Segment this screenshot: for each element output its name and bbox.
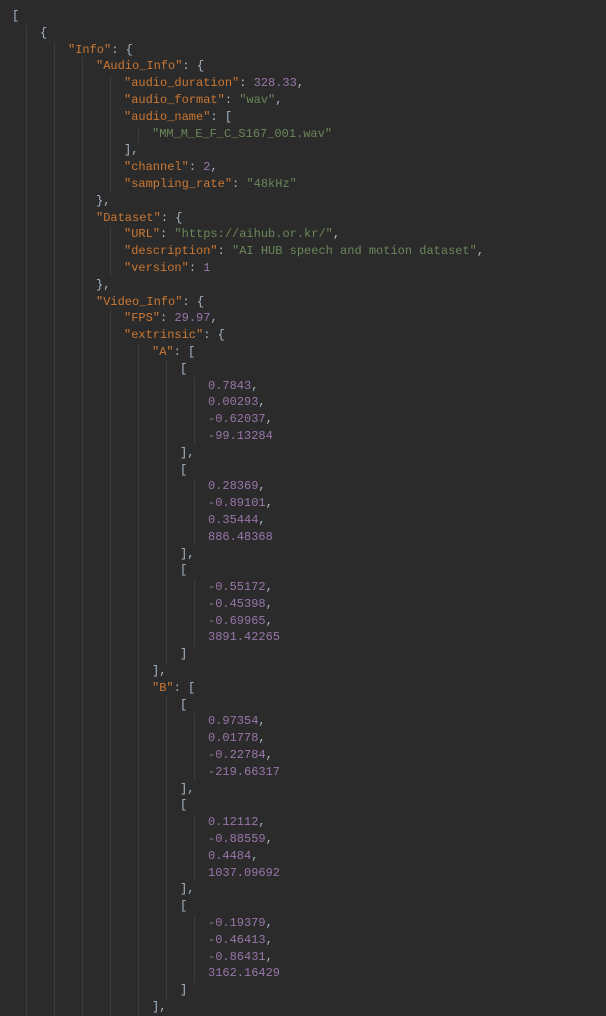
code-line: ], [0, 881, 606, 898]
code-line: 0.4484, [0, 848, 606, 865]
code-line: "Info": { [0, 42, 606, 59]
code-line: "sampling_rate": "48kHz" [0, 176, 606, 193]
code-line: [ [0, 697, 606, 714]
code-line: "A": [ [0, 344, 606, 361]
code-line: ], [0, 781, 606, 798]
code-line: "URL": "https://aihub.or.kr/", [0, 226, 606, 243]
code-line: 0.28369, [0, 478, 606, 495]
code-line: }, [0, 193, 606, 210]
code-line: [ [0, 8, 606, 25]
code-line: 1037.09692 [0, 865, 606, 882]
code-line: "extrinsic": { [0, 327, 606, 344]
code-line: 0.00293, [0, 394, 606, 411]
code-line: 0.7843, [0, 378, 606, 395]
code-line: ], [0, 663, 606, 680]
code-line: "audio_format": "wav", [0, 92, 606, 109]
code-line: 0.12112, [0, 814, 606, 831]
code-line: }, [0, 277, 606, 294]
code-line: "MM_M_E_F_C_S167_001.wav" [0, 126, 606, 143]
code-line: 0.01778, [0, 730, 606, 747]
code-editor[interactable]: [ { "Info": { "Audio_Info": { "audio_dur… [0, 8, 606, 1016]
code-line: 0.35444, [0, 512, 606, 529]
code-line: -219.66317 [0, 764, 606, 781]
code-line: 3162.16429 [0, 965, 606, 982]
code-line: -0.62037, [0, 411, 606, 428]
code-line: "audio_duration": 328.33, [0, 75, 606, 92]
code-line: [ [0, 462, 606, 479]
code-line: "FPS": 29.97, [0, 310, 606, 327]
code-line: [ [0, 797, 606, 814]
code-line: 3891.42265 [0, 629, 606, 646]
code-line: 0.97354, [0, 713, 606, 730]
code-line: ], [0, 999, 606, 1016]
code-line: "version": 1 [0, 260, 606, 277]
code-line: "Audio_Info": { [0, 58, 606, 75]
code-line: [ [0, 361, 606, 378]
code-line: -99.13284 [0, 428, 606, 445]
code-line: ], [0, 546, 606, 563]
code-line: -0.89101, [0, 495, 606, 512]
code-line: "B": [ [0, 680, 606, 697]
code-line: ], [0, 142, 606, 159]
code-line: 886.48368 [0, 529, 606, 546]
code-line: "audio_name": [ [0, 109, 606, 126]
code-line: "description": "AI HUB speech and motion… [0, 243, 606, 260]
code-line: "Video_Info": { [0, 294, 606, 311]
code-line: "channel": 2, [0, 159, 606, 176]
code-line: -0.22784, [0, 747, 606, 764]
code-line: -0.55172, [0, 579, 606, 596]
code-line: "Dataset": { [0, 210, 606, 227]
code-line: [ [0, 898, 606, 915]
code-line: -0.88559, [0, 831, 606, 848]
code-line: -0.69965, [0, 613, 606, 630]
code-line: ] [0, 646, 606, 663]
code-line: -0.45398, [0, 596, 606, 613]
code-line: -0.46413, [0, 932, 606, 949]
code-line: -0.86431, [0, 949, 606, 966]
code-line: ], [0, 445, 606, 462]
code-line: { [0, 25, 606, 42]
code-line: ] [0, 982, 606, 999]
code-line: -0.19379, [0, 915, 606, 932]
code-line: [ [0, 562, 606, 579]
